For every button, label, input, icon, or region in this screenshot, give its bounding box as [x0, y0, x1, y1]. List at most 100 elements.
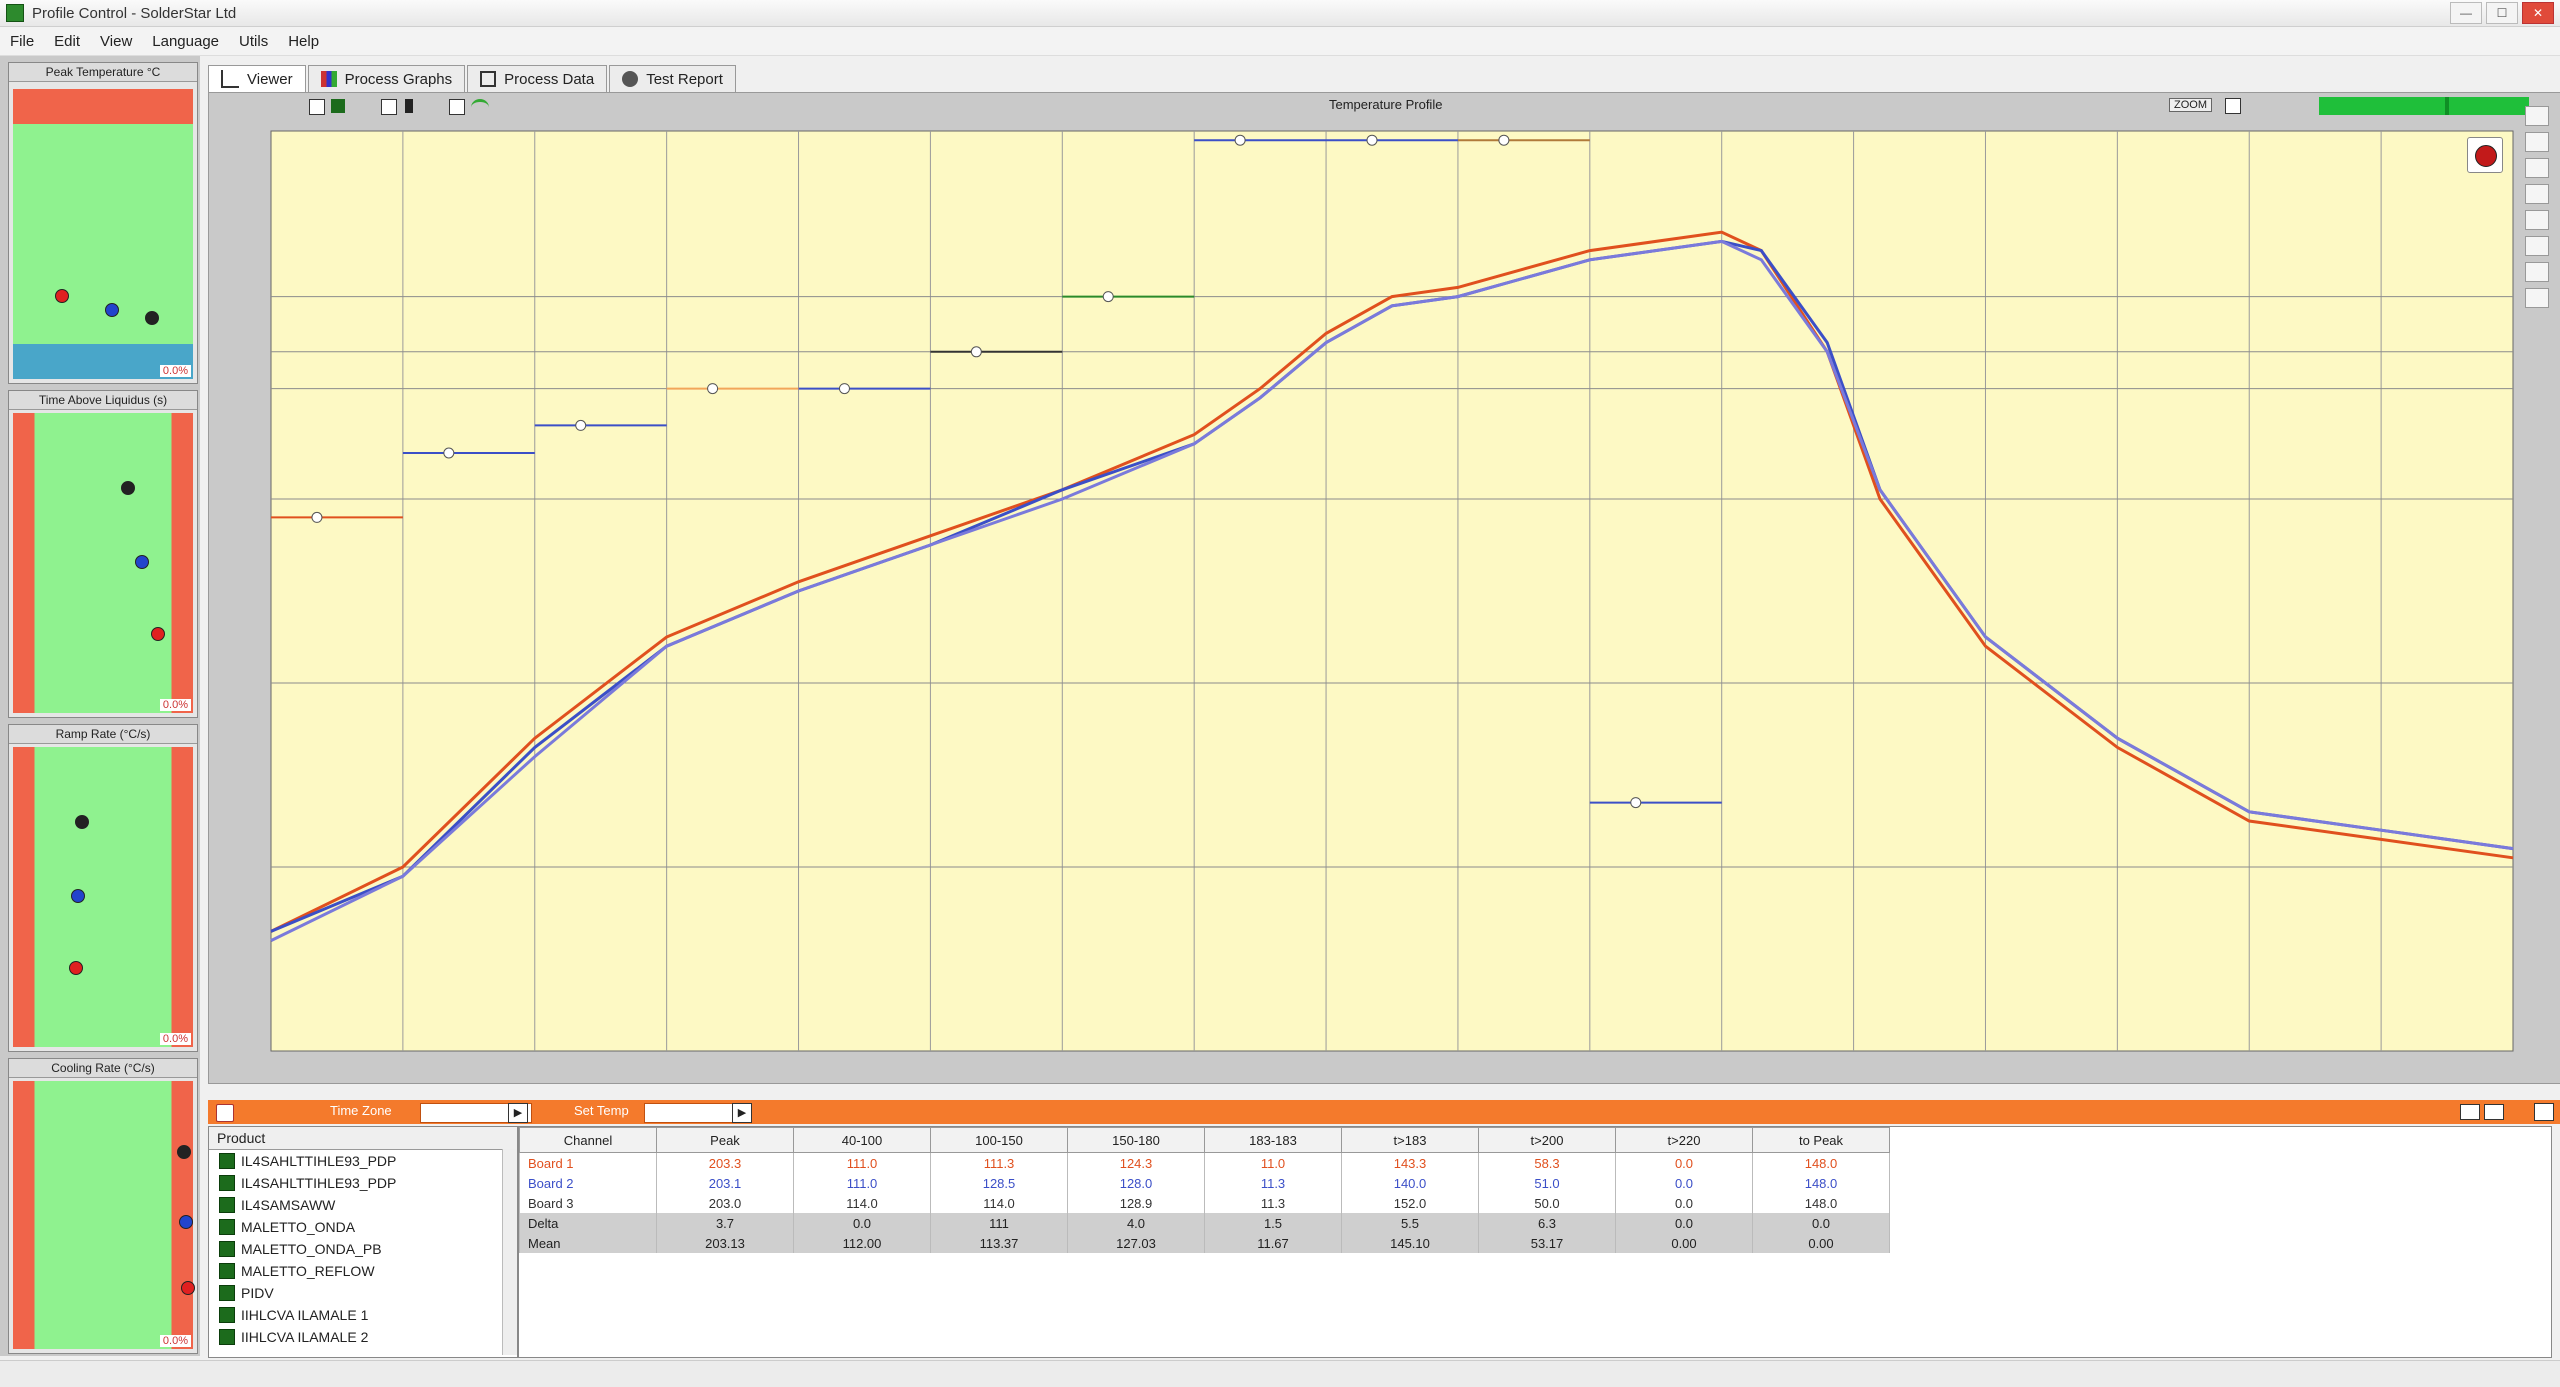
table-cell: 111.0 — [793, 1152, 931, 1173]
table-row[interactable]: Mean 203.13 112.00 113.37 127.03 11.67 145.10 5… — [519, 1233, 1890, 1253]
minimize-button[interactable]: — — [2450, 2, 2482, 24]
mini-panel-peak[interactable]: Peak Temperature °C 0.0% — [8, 62, 198, 384]
table-header-cell[interactable]: to Peak — [1752, 1127, 1890, 1153]
save-icon[interactable] — [2484, 1104, 2504, 1120]
table-cell: 1.5 — [1204, 1213, 1342, 1233]
table-cell: 3.7 — [656, 1213, 794, 1233]
list-item[interactable]: IL4SAMSAWW — [209, 1194, 517, 1216]
mini-panel-cooling[interactable]: Cooling Rate (°C/s) 0.0% — [8, 1058, 198, 1354]
process-window-panel: Peak Temperature °C 0.0% Time Above Liqu… — [0, 56, 200, 1356]
channel-dot — [181, 1281, 195, 1295]
mini-panel-body: 0.0% — [13, 89, 193, 379]
line-tool-icon[interactable] — [2525, 184, 2549, 204]
menu-help[interactable]: Help — [288, 33, 319, 50]
table-cell: 0.0 — [1615, 1193, 1753, 1213]
list-item[interactable]: IIHLCVA ILAMALE 1 — [209, 1304, 517, 1326]
table-cell: 11.3 — [1204, 1173, 1342, 1193]
table-header-cell[interactable]: 40-100 — [793, 1127, 931, 1153]
mini-panel-tal[interactable]: Time Above Liquidus (s) 0.0% — [8, 390, 198, 718]
marker-tool-icon[interactable] — [2525, 236, 2549, 256]
maximize-button[interactable]: ☐ — [2486, 2, 2518, 24]
tab-process-graphs[interactable]: Process Graphs — [307, 65, 466, 92]
chart-panel: Temperature Profile ZOOM — [208, 92, 2560, 1084]
product-checkbox[interactable] — [219, 1329, 235, 1345]
check-icon[interactable] — [2525, 210, 2549, 230]
product-checkbox[interactable] — [219, 1263, 235, 1279]
set-temp-next-button[interactable]: ▶ — [732, 1103, 752, 1123]
table-cell: 0.00 — [1615, 1233, 1753, 1253]
report-icon — [622, 71, 639, 87]
table-cell: 148.0 — [1752, 1173, 1890, 1193]
list-item[interactable]: MALETTO_ONDA — [209, 1216, 517, 1238]
product-checkbox[interactable] — [219, 1197, 235, 1213]
list-item[interactable]: IL4SAHLTTIHLE93_PDP — [209, 1150, 517, 1172]
table-row[interactable]: Delta 3.7 0.0 111 4.0 1.5 5.5 6.3 0.0 0.0 — [519, 1213, 1890, 1233]
table-cell: 0.0 — [793, 1213, 931, 1233]
document-icon — [480, 71, 497, 87]
product-checkbox[interactable] — [219, 1241, 235, 1257]
menu-language[interactable]: Language — [152, 33, 219, 50]
list-scrollbar[interactable] — [502, 1149, 517, 1355]
channel-dot — [151, 627, 165, 641]
product-checkbox[interactable] — [219, 1175, 235, 1191]
zone-setpoint-marker — [443, 447, 455, 459]
product-checkbox[interactable] — [219, 1219, 235, 1235]
folder-icon[interactable] — [2460, 1104, 2480, 1120]
settings-icon[interactable] — [2525, 262, 2549, 282]
table-cell: 11.0 — [1204, 1152, 1342, 1173]
list-item[interactable]: MALETTO_ONDA_PB — [209, 1238, 517, 1260]
table-cell: Board 1 — [519, 1152, 657, 1173]
table-row[interactable]: Board 1 203.3 111.0 111.3 124.3 11.0 143.3 58.3… — [519, 1152, 1890, 1173]
product-list: Product IL4SAHLTTIHLE93_PDP IL4SAHLTTIHL… — [208, 1126, 518, 1358]
menu-utils[interactable]: Utils — [239, 33, 268, 50]
zone-setpoint-marker — [707, 383, 719, 395]
temperature-profile-chart[interactable] — [209, 93, 2560, 1083]
channel-dot — [135, 555, 149, 569]
mini-panel-badge: 0.0% — [159, 1033, 191, 1045]
table-cell: 0.0 — [1752, 1213, 1890, 1233]
zone-setpoint-marker — [1498, 134, 1510, 146]
table-header-cell[interactable]: t>220 — [1615, 1127, 1753, 1153]
table-row[interactable]: Board 2 203.1 111.0 128.5 128.0 11.3 140.0 51.0… — [519, 1173, 1890, 1193]
mini-panel-ramp[interactable]: Ramp Rate (°C/s) 0.0% — [8, 724, 198, 1052]
table-row[interactable]: Board 3 203.0 114.0 114.0 128.9 11.3 152.0 50.0… — [519, 1193, 1890, 1213]
mini-panel-badge: 0.0% — [159, 1335, 191, 1347]
record-icon — [2475, 145, 2497, 167]
table-header-cell[interactable]: 183-183 — [1204, 1127, 1342, 1153]
select-icon[interactable] — [2525, 132, 2549, 152]
record-button[interactable] — [2467, 137, 2503, 173]
home-icon[interactable] — [216, 1104, 234, 1122]
list-item[interactable]: MALETTO_REFLOW — [209, 1260, 517, 1282]
menu-edit[interactable]: Edit — [54, 33, 80, 50]
export-icon[interactable] — [2525, 288, 2549, 308]
table-cell: 0.00 — [1752, 1233, 1890, 1253]
time-zone-label: Time Zone — [330, 1103, 392, 1118]
set-temp-label: Set Temp — [574, 1103, 629, 1118]
product-checkbox[interactable] — [219, 1153, 235, 1169]
table-header-cell[interactable]: 100-150 — [930, 1127, 1068, 1153]
tab-process-data[interactable]: Process Data — [467, 65, 608, 92]
time-zone-next-button[interactable]: ▶ — [508, 1103, 528, 1123]
menu-file[interactable]: File — [10, 33, 34, 50]
list-item[interactable]: PIDV — [209, 1282, 517, 1304]
mini-panel-title: Cooling Rate (°C/s) — [9, 1059, 197, 1078]
tab-test-report[interactable]: Test Report — [609, 65, 736, 92]
table-header-cell[interactable]: t>200 — [1478, 1127, 1616, 1153]
measure-icon[interactable] — [2525, 158, 2549, 178]
table-header-cell[interactable]: t>183 — [1341, 1127, 1479, 1153]
table-cell: 203.3 — [656, 1152, 794, 1173]
pen-icon[interactable] — [2525, 106, 2549, 126]
product-checkbox[interactable] — [219, 1285, 235, 1301]
table-header-cell[interactable]: Channel — [519, 1127, 657, 1153]
product-checkbox[interactable] — [219, 1307, 235, 1323]
menu-view[interactable]: View — [100, 33, 132, 50]
table-header-cell[interactable]: Peak — [656, 1127, 794, 1153]
close-button[interactable]: ✕ — [2522, 2, 2554, 24]
list-item[interactable]: IIHLCVA ILAMALE 2 — [209, 1326, 517, 1348]
list-item[interactable]: IL4SAHLTTIHLE93_PDP — [209, 1172, 517, 1194]
table-cell: 203.0 — [656, 1193, 794, 1213]
tab-viewer[interactable]: Viewer — [208, 65, 306, 92]
zone-setpoint-marker — [1234, 134, 1246, 146]
table-header-cell[interactable]: 150-180 — [1067, 1127, 1205, 1153]
expand-icon[interactable] — [2534, 1103, 2554, 1121]
